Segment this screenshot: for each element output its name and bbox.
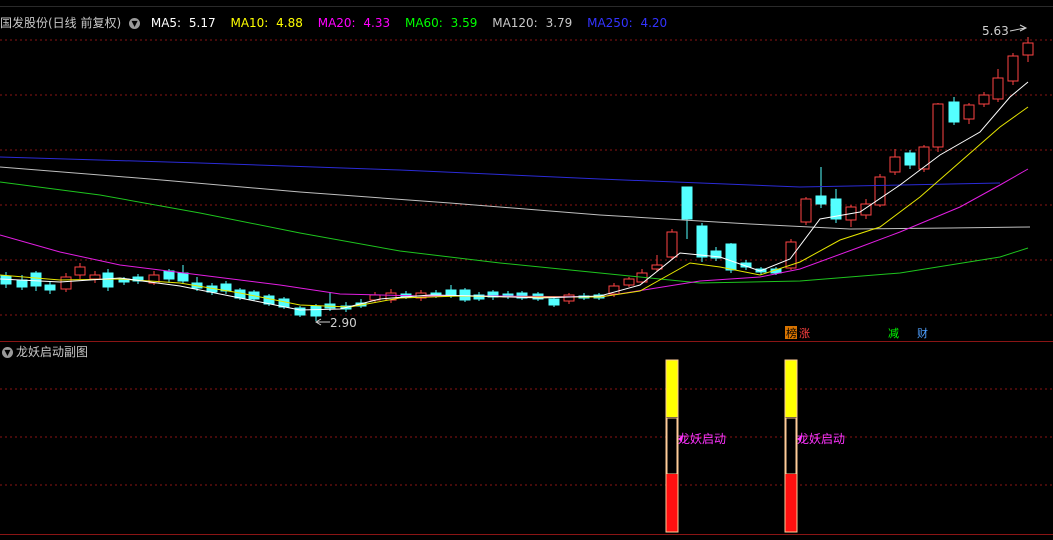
sub-chart: 龙妖启动 龙妖启动 (0, 359, 1053, 533)
main-chart-panel[interactable]: 5.63 2.90 榜涨 减 财 国发股份(日线 前复权) ▼ MA5: 5.17 MA… (0, 7, 1053, 340)
candle-body (696, 225, 708, 258)
ma10-label: MA10: 4.88 (230, 16, 303, 30)
signal-bar-mid (666, 417, 678, 475)
chevron-down-icon[interactable]: ▼ (129, 18, 141, 29)
low-price-label: 2.90 (330, 316, 357, 330)
top-menu-bar[interactable] (0, 0, 1053, 7)
candle-body (563, 294, 575, 302)
ma60-label: MA60: 3.59 (404, 16, 478, 30)
candle-body (177, 272, 189, 282)
event-marker: 涨 (799, 327, 810, 340)
candle-body (963, 104, 975, 120)
candle-body (310, 305, 322, 317)
event-marker: 财 (917, 326, 928, 340)
candle-body (1007, 55, 1019, 82)
signal-label: 龙妖启动 (678, 432, 726, 446)
candle-body (904, 152, 916, 166)
candlestick-chart[interactable]: 5.63 2.90 榜涨 减 财 (0, 7, 1053, 340)
candle-body (800, 198, 812, 223)
candle-body (815, 195, 827, 205)
signal-label: 龙妖启动 (797, 432, 845, 446)
candle-body (30, 272, 42, 287)
candle-body (666, 231, 678, 258)
event-marker: 榜 (786, 326, 797, 340)
chevron-down-icon[interactable]: ▼ (2, 347, 13, 358)
sub-chart-panel[interactable]: 龙妖启动 龙妖启动 ▼ 龙妖启动副图 (0, 341, 1053, 535)
candle-body (681, 186, 693, 220)
volume-header-strip (0, 534, 1053, 540)
ma250-line (0, 156, 1001, 188)
candle-body (44, 284, 56, 291)
candle-body (932, 103, 944, 148)
candle-body (978, 94, 990, 105)
sub-chart-title[interactable]: 龙妖启动副图 (16, 345, 88, 359)
ma250-label: MA250: 4.20 (587, 16, 668, 30)
candle-body (0, 275, 12, 285)
ma60-line (0, 181, 1029, 284)
candle-body (1022, 42, 1034, 56)
stock-title[interactable]: 国发股份(日线 前复权) (0, 16, 121, 30)
candle-body (445, 289, 457, 296)
candle-body (60, 276, 72, 290)
signal-bar-top (666, 360, 678, 417)
candle-body (623, 278, 635, 286)
candle-body (889, 156, 901, 173)
candle-body (918, 146, 930, 170)
signal-bar-bottom (666, 474, 678, 532)
chart-header: 国发股份(日线 前复权) ▼ MA5: 5.17 MA10: 4.88 MA20… (0, 15, 675, 31)
sub-chart-header: ▼ 龙妖启动副图 (2, 343, 88, 360)
candle-body (725, 243, 737, 271)
signal-bar-mid (785, 417, 797, 475)
ma5-label: MA5: 5.17 (150, 16, 216, 30)
candle-body (548, 298, 560, 306)
candle-body (16, 279, 28, 288)
candle-body (459, 289, 471, 301)
candle-body (89, 274, 101, 280)
candle-body (948, 101, 960, 123)
ma20-label: MA20: 4.33 (317, 16, 391, 30)
candle-body (74, 266, 86, 276)
candle-body (102, 272, 114, 288)
event-marker: 减 (888, 327, 899, 340)
candle-body (163, 270, 175, 280)
high-price-label: 5.63 (982, 24, 1009, 38)
signal-bar-top (785, 360, 797, 417)
signal-bar-bottom (785, 474, 797, 532)
candle-body (992, 77, 1004, 100)
ma120-label: MA120: 3.79 (492, 16, 573, 30)
